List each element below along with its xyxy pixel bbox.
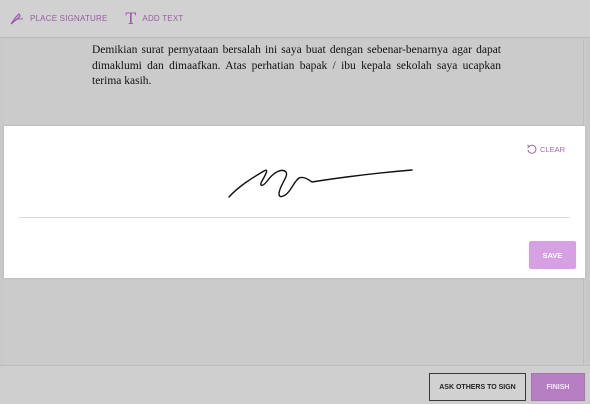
- clear-label: CLEAR: [540, 145, 566, 154]
- text-t-icon: T: [125, 9, 137, 28]
- signature-baseline: [19, 217, 570, 218]
- signature-drawing[interactable]: [224, 164, 424, 204]
- finish-button[interactable]: FINISH: [531, 373, 585, 401]
- place-signature-label: PLACE SIGNATURE: [30, 14, 108, 23]
- add-text-button[interactable]: T ADD TEXT: [126, 9, 184, 28]
- pen-nib-icon: [10, 12, 24, 25]
- document-paragraph: Demikian surat pernyataan bersalah ini s…: [92, 44, 501, 87]
- add-text-label: ADD TEXT: [142, 14, 184, 23]
- clear-button[interactable]: CLEAR: [526, 144, 565, 155]
- save-button[interactable]: SAVE: [529, 241, 576, 269]
- undo-icon: [526, 144, 537, 155]
- top-toolbar: PLACE SIGNATURE T ADD TEXT: [0, 0, 590, 38]
- place-signature-button[interactable]: PLACE SIGNATURE: [10, 12, 108, 25]
- ask-others-to-sign-button[interactable]: ASK OTHERS TO SIGN: [429, 373, 526, 401]
- signature-pad-modal: CLEAR SAVE: [4, 126, 585, 278]
- footer-bar: ASK OTHERS TO SIGN FINISH: [0, 365, 590, 404]
